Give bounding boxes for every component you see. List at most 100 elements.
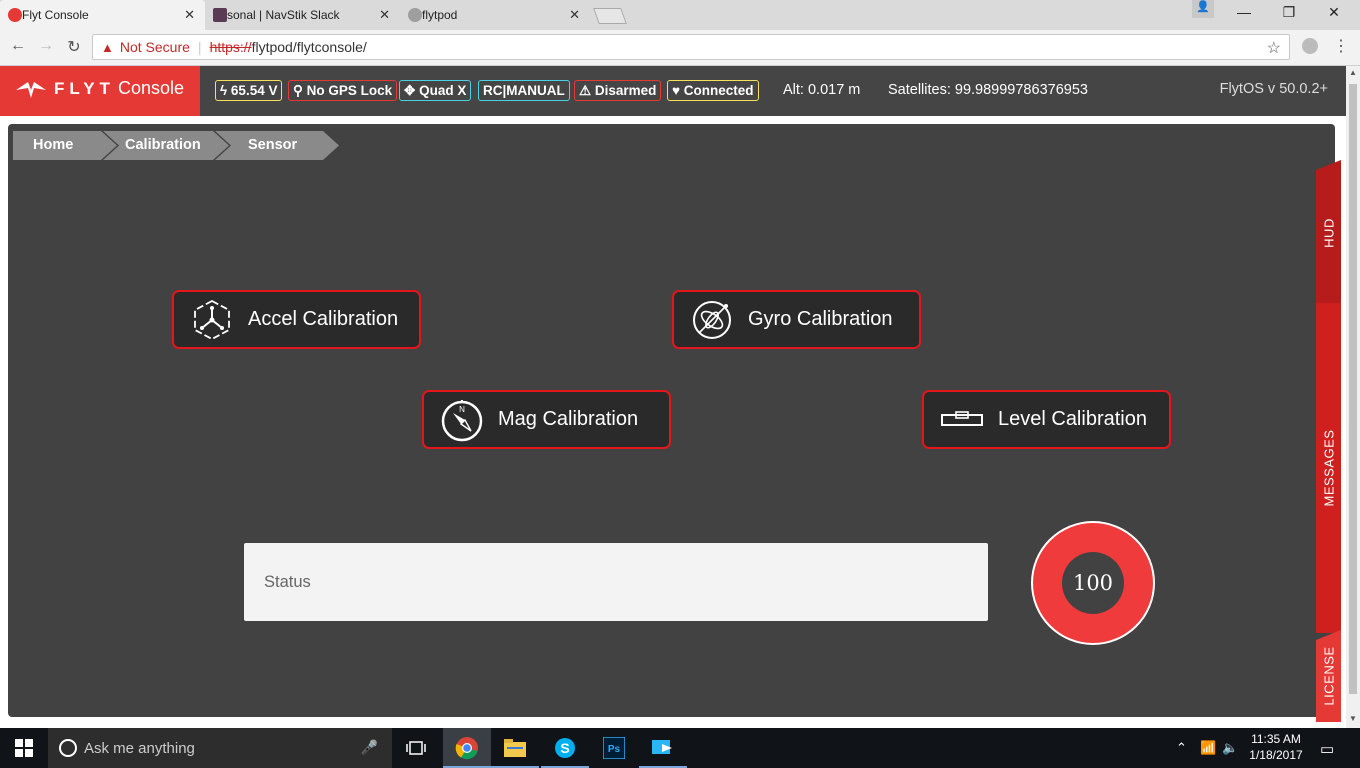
close-window-icon[interactable]: ✕	[1324, 4, 1344, 21]
messages-tab[interactable]: MESSAGES	[1316, 303, 1341, 633]
map-pin-icon: ⚲	[293, 83, 303, 98]
license-tab-label: LICENSE	[1321, 646, 1336, 706]
remote-desktop-icon[interactable]	[639, 728, 687, 768]
chrome-icon[interactable]	[443, 728, 491, 768]
page-scrollbar[interactable]: ▲ ▼	[1346, 66, 1360, 728]
close-icon[interactable]: ✕	[569, 7, 580, 23]
gps-status: No GPS Lock	[306, 83, 393, 98]
wifi-icon[interactable]: 📶	[1200, 740, 1216, 756]
progress-ring: 100	[1033, 523, 1153, 643]
file-explorer-icon[interactable]	[491, 728, 539, 768]
photoshop-icon[interactable]: Ps	[590, 728, 638, 768]
breadcrumb-sensor[interactable]: Sensor	[215, 131, 339, 160]
accelerometer-icon	[190, 298, 234, 342]
url-path: flytpod/flytconsole/	[251, 39, 367, 55]
profile-icon[interactable]: 👤	[1192, 0, 1214, 18]
clock-date: 1/18/2017	[1249, 748, 1303, 762]
scrollbar-thumb[interactable]	[1349, 84, 1357, 694]
cortana-search[interactable]: Ask me anything 🎤	[48, 728, 392, 768]
search-placeholder: Ask me anything	[84, 740, 195, 757]
logo-text: FLYT	[54, 79, 115, 98]
back-icon[interactable]: ←	[8, 37, 28, 55]
button-label: Mag Calibration	[498, 408, 639, 430]
frame-badge: ✥ Quad X	[399, 80, 472, 101]
frame-type: Quad X	[419, 83, 467, 98]
browser-tab-flyt-console[interactable]: Flyt Console ✕	[0, 0, 205, 30]
voltage-badge: ϟ 65.54 V	[215, 80, 283, 101]
mode-badge: RC|MANUAL	[478, 80, 570, 101]
calibration-panel: Home Calibration Sensor Accel Calibratio…	[8, 124, 1335, 717]
security-label[interactable]: Not Secure	[120, 39, 190, 55]
close-icon[interactable]: ✕	[184, 7, 195, 23]
menu-icon[interactable]: ⋮	[1333, 36, 1349, 56]
chevron-up-icon[interactable]: ⌃	[1176, 740, 1187, 756]
scroll-up-icon[interactable]: ▲	[1349, 68, 1357, 77]
flyt-logo-icon	[16, 82, 46, 98]
move-icon: ✥	[404, 83, 416, 98]
app-header: FLYT Console ϟ 65.54 V ⚲ No GPS Lock ✥ Q…	[0, 66, 1346, 116]
button-label: Gyro Calibration	[748, 308, 893, 330]
level-calibration-button[interactable]: Level Calibration	[922, 390, 1171, 449]
skype-icon[interactable]: S	[541, 728, 589, 768]
spirit-level-icon	[940, 398, 984, 442]
satellites-readout: Satellites: 99.98999786376953	[888, 82, 1088, 98]
messages-tab-label: MESSAGES	[1321, 429, 1336, 507]
arm-badge: ⚠ Disarmed	[574, 80, 662, 101]
progress-value: 100	[1062, 552, 1124, 614]
scroll-down-icon[interactable]: ▼	[1349, 714, 1357, 723]
logo-suffix: Console	[118, 78, 185, 98]
tab-title: Flyt Console	[22, 8, 89, 22]
lightning-icon: ϟ	[220, 83, 228, 98]
accel-calibration-button[interactable]: Accel Calibration	[172, 290, 421, 349]
brand-logo[interactable]: FLYT Console	[0, 66, 200, 116]
svg-text:S: S	[560, 740, 569, 756]
version-label: FlytOS v 50.0.2+	[1219, 81, 1328, 97]
url-field[interactable]: ▲ Not Secure | https:// flytpod/flytcons…	[92, 34, 1290, 60]
hud-tab[interactable]: HUD	[1316, 160, 1341, 306]
url-scheme: https://	[209, 39, 252, 55]
close-icon[interactable]: ✕	[379, 7, 390, 23]
new-tab-button[interactable]	[593, 8, 627, 24]
browser-tab-flytpod[interactable]: flytpod ✕	[400, 0, 590, 30]
forward-icon[interactable]: →	[36, 37, 56, 55]
tab-title: flytpod	[422, 8, 458, 22]
microphone-icon[interactable]: 🎤	[361, 739, 378, 756]
slack-icon	[213, 8, 227, 22]
browser-tab-strip: Flyt Console ✕ sonal | NavStik Slack ✕ f…	[0, 0, 1360, 30]
gps-badge: ⚲ No GPS Lock	[288, 80, 398, 101]
tab-title: sonal | NavStik Slack	[227, 8, 340, 22]
clock-time: 11:35 AM	[1251, 732, 1301, 746]
status-label: Status	[264, 573, 311, 591]
warning-icon: ▲	[101, 39, 114, 55]
flyt-logo-icon	[8, 8, 22, 22]
status-box: Status	[244, 543, 988, 621]
restore-icon[interactable]: ❐	[1279, 4, 1299, 21]
reload-icon[interactable]: ↻	[64, 37, 84, 57]
windows-start-icon[interactable]	[0, 728, 48, 768]
hud-tab-label: HUD	[1321, 218, 1336, 248]
svg-text:Ps: Ps	[608, 744, 621, 755]
notifications-icon[interactable]: ▭	[1320, 740, 1334, 758]
svg-text:N: N	[459, 405, 465, 414]
gyro-calibration-button[interactable]: Gyro Calibration	[672, 290, 921, 349]
breadcrumb-home[interactable]: Home	[13, 131, 117, 160]
minimize-icon[interactable]: —	[1234, 4, 1254, 20]
browser-tab-slack[interactable]: sonal | NavStik Slack ✕	[205, 0, 400, 30]
task-view-icon[interactable]	[392, 728, 440, 768]
voltage-value: 65.54 V	[230, 83, 278, 98]
extension-icon[interactable]	[1302, 38, 1318, 54]
button-label: Accel Calibration	[248, 308, 399, 330]
mag-calibration-button[interactable]: N Mag Calibration	[422, 390, 671, 449]
flight-mode: RC|MANUAL	[483, 83, 565, 98]
divider: |	[197, 39, 202, 55]
volume-muted-icon[interactable]: 🔈	[1222, 740, 1238, 756]
compass-icon: N	[440, 398, 484, 442]
system-clock[interactable]: 11:35 AM 1/18/2017	[1246, 731, 1306, 763]
heart-icon: ♥	[672, 83, 681, 98]
license-tab[interactable]: LICENSE	[1316, 630, 1341, 722]
bookmark-star-icon[interactable]: ☆	[1267, 38, 1281, 58]
arm-status: Disarmed	[594, 83, 657, 98]
breadcrumb-calibration[interactable]: Calibration	[103, 131, 229, 160]
taskbar: Ask me anything 🎤 S Ps ⌃ 📶 🔈 11:35 AM 1/…	[0, 728, 1360, 768]
address-bar: ← → ↻ ▲ Not Secure | https:// flytpod/fl…	[0, 30, 1360, 66]
